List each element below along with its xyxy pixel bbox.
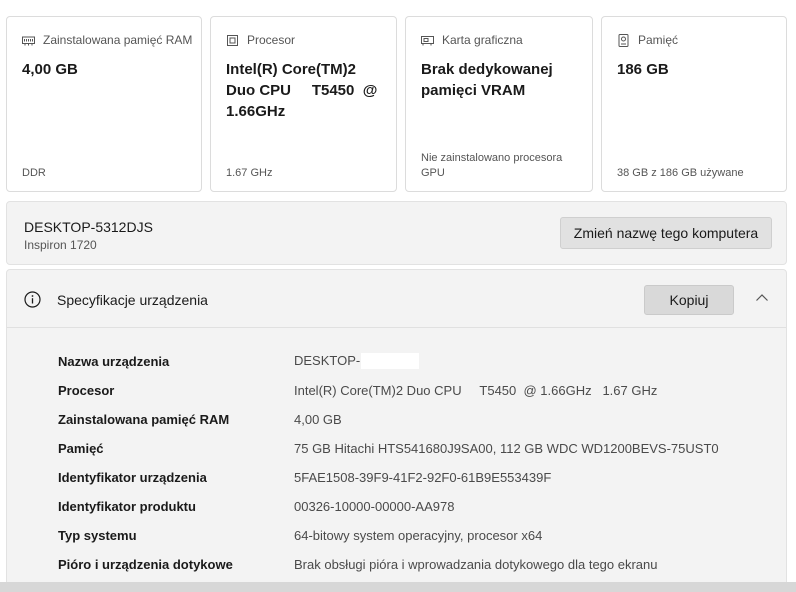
- gpu-card-value: Brak dedykowanej pamięci VRAM: [421, 61, 553, 99]
- ram-card-value: 4,00 GB: [22, 61, 78, 78]
- spec-row-processor: Procesor Intel(R) Core(TM)2 Duo CPU T545…: [58, 380, 778, 400]
- ram-card-title: Zainstalowana pamięć RAM: [43, 33, 193, 47]
- gpu-card-title: Karta graficzna: [442, 33, 523, 47]
- ram-card: Zainstalowana pamięć RAM 4,00 GB DDR: [6, 16, 202, 192]
- computer-name: DESKTOP-5312DJS: [24, 219, 153, 235]
- spec-value: DESKTOP-: [294, 352, 420, 370]
- ram-icon: [22, 34, 35, 47]
- cpu-card-value: Intel(R) Core(TM)2 Duo CPU T5450 @ 1.66G…: [226, 61, 382, 120]
- gpu-card-header: Karta graficzna: [421, 33, 523, 47]
- spec-value: Intel(R) Core(TM)2 Duo CPU T5450 @ 1.66G…: [294, 382, 658, 398]
- spec-value: 5FAE1508-39F9-41F2-92F0-61B9E553439F: [294, 469, 552, 485]
- device-specs-title: Specyfikacje urządzenia: [57, 292, 208, 308]
- spec-value: 75 GB Hitachi HTS541680J9SA00, 112 GB WD…: [294, 440, 719, 456]
- storage-card-value: 186 GB: [617, 61, 669, 78]
- redaction-block: [361, 353, 420, 370]
- cpu-card: Procesor Intel(R) Core(TM)2 Duo CPU T545…: [210, 16, 397, 192]
- device-specs-panel: Specyfikacje urządzenia Kopiuj Nazwa urz…: [6, 269, 787, 592]
- spec-label: Identyfikator urządzenia: [58, 469, 207, 485]
- gpu-card: Karta graficzna Brak dedykowanej pamięci…: [405, 16, 593, 192]
- spec-label: Pamięć: [58, 440, 104, 456]
- spec-row-pen-touch: Pióro i urządzenia dotykowe Brak obsługi…: [58, 554, 778, 574]
- spec-value: 64-bitowy system operacyjny, procesor x6…: [294, 527, 543, 543]
- spec-row-system-type: Typ systemu 64-bitowy system operacyjny,…: [58, 525, 778, 545]
- copy-button[interactable]: Kopiuj: [644, 285, 734, 315]
- spec-row-storage: Pamięć 75 GB Hitachi HTS541680J9SA00, 11…: [58, 438, 778, 458]
- spec-value: Brak obsługi pióra i wprowadzania dotyko…: [294, 556, 658, 572]
- ram-card-header: Zainstalowana pamięć RAM: [22, 33, 192, 47]
- rename-computer-button[interactable]: Zmień nazwę tego komputera: [560, 217, 772, 249]
- ram-card-foot: DDR: [22, 167, 46, 179]
- spec-label: Procesor: [58, 382, 115, 398]
- computer-model: Inspiron 1720: [24, 238, 97, 252]
- spec-row-device-name: Nazwa urządzenia DESKTOP-: [58, 351, 778, 371]
- spec-row-device-id: Identyfikator urządzenia 5FAE1508-39F9-4…: [58, 467, 778, 487]
- cpu-card-title: Procesor: [247, 33, 296, 47]
- cpu-card-foot: 1.67 GHz: [226, 167, 273, 179]
- gpu-card-foot: Nie zainstalowano procesora GPU: [421, 152, 563, 179]
- spec-value: 4,00 GB: [294, 411, 342, 427]
- cpu-card-header: Procesor: [226, 33, 295, 47]
- spec-value: 00326-10000-00000-AA978: [294, 498, 455, 514]
- storage-card-header: Pamięć: [617, 33, 678, 47]
- spec-row-product-id: Identyfikator produktu 00326-10000-00000…: [58, 496, 778, 516]
- spec-row-ram: Zainstalowana pamięć RAM 4,00 GB: [58, 409, 778, 429]
- spec-label: Pióro i urządzenia dotykowe: [58, 556, 233, 572]
- device-specs-header[interactable]: Specyfikacje urządzenia Kopiuj: [7, 270, 786, 328]
- horizontal-scrollbar[interactable]: [0, 582, 796, 592]
- storage-card-title: Pamięć: [638, 33, 679, 47]
- spec-label: Nazwa urządzenia: [58, 353, 170, 369]
- gpu-icon: [421, 34, 434, 47]
- spec-label: Zainstalowana pamięć RAM: [58, 411, 230, 427]
- cpu-icon: [226, 34, 239, 47]
- storage-icon: [617, 33, 630, 47]
- computer-name-bar: DESKTOP-5312DJS Inspiron 1720 Zmień nazw…: [6, 201, 787, 265]
- spec-label: Identyfikator produktu: [58, 498, 196, 514]
- device-name-value: DESKTOP-: [294, 352, 361, 368]
- spec-label: Typ systemu: [58, 527, 137, 543]
- storage-card: Pamięć 186 GB 38 GB z 186 GB używane: [601, 16, 787, 192]
- storage-card-foot: 38 GB z 186 GB używane: [617, 167, 744, 179]
